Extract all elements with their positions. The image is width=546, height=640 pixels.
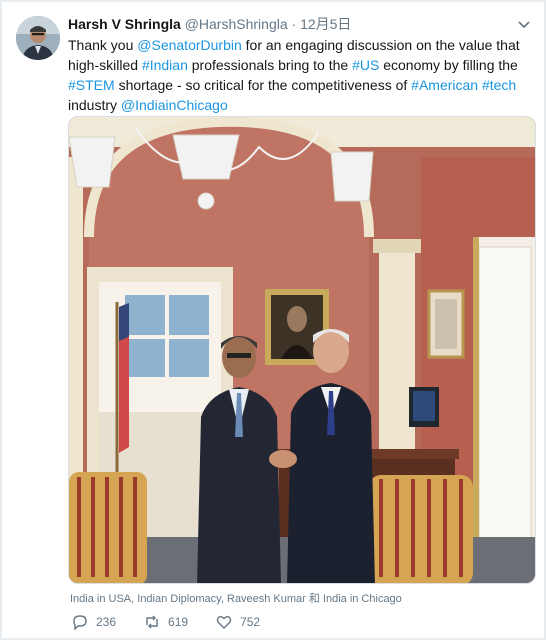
photo-illustration: [69, 117, 535, 583]
retweet-count: 619: [168, 615, 189, 629]
tweet-header: Harsh V Shringla @HarshShringla · 12月5日: [68, 15, 504, 33]
like-count: 752: [240, 615, 261, 629]
tweet-text: Thank you @SenatorDurbin for an engaging…: [68, 35, 534, 115]
hashtag-link[interactable]: #American: [411, 77, 478, 93]
mention-link[interactable]: @SenatorDurbin: [137, 37, 242, 53]
like-button[interactable]: 752: [216, 614, 260, 630]
hashtag-link[interactable]: #US: [352, 57, 379, 73]
tweet-card[interactable]: Harsh V Shringla @HarshShringla · 12月5日 …: [2, 2, 544, 638]
separator-dot: ·: [291, 16, 297, 32]
tweet-text-fragment: shortage - so critical for the competiti…: [114, 77, 412, 93]
hashtag-link[interactable]: #Indian: [142, 57, 188, 73]
chevron-down-icon[interactable]: [516, 16, 532, 32]
tweet-actions: 236 619 752: [72, 614, 260, 630]
mention-link[interactable]: @IndiainChicago: [121, 97, 228, 113]
heart-icon: [216, 616, 232, 629]
tweet-text-fragment: economy by filling the: [379, 57, 518, 73]
tweet-date[interactable]: 12月5日: [300, 16, 351, 32]
hashtag-link[interactable]: #STEM: [68, 77, 115, 93]
retweet-icon: [146, 615, 158, 629]
author-name[interactable]: Harsh V Shringla: [68, 16, 181, 32]
tweet-photo[interactable]: [68, 116, 536, 584]
tweet-text-fragment: professionals bring to the: [187, 57, 353, 73]
retweet-button[interactable]: 619: [144, 614, 188, 630]
hashtag-link[interactable]: #tech: [482, 77, 516, 93]
reply-icon: [73, 615, 87, 630]
reply-button[interactable]: 236: [72, 614, 116, 630]
tweet-text-fragment: industry: [68, 97, 121, 113]
tagged-users[interactable]: India in USA, Indian Diplomacy, Raveesh …: [70, 590, 402, 606]
reply-count: 236: [96, 615, 117, 629]
author-handle[interactable]: @HarshShringla: [185, 16, 288, 32]
avatar[interactable]: [16, 16, 60, 60]
tweet-text-fragment: Thank you: [68, 37, 138, 53]
